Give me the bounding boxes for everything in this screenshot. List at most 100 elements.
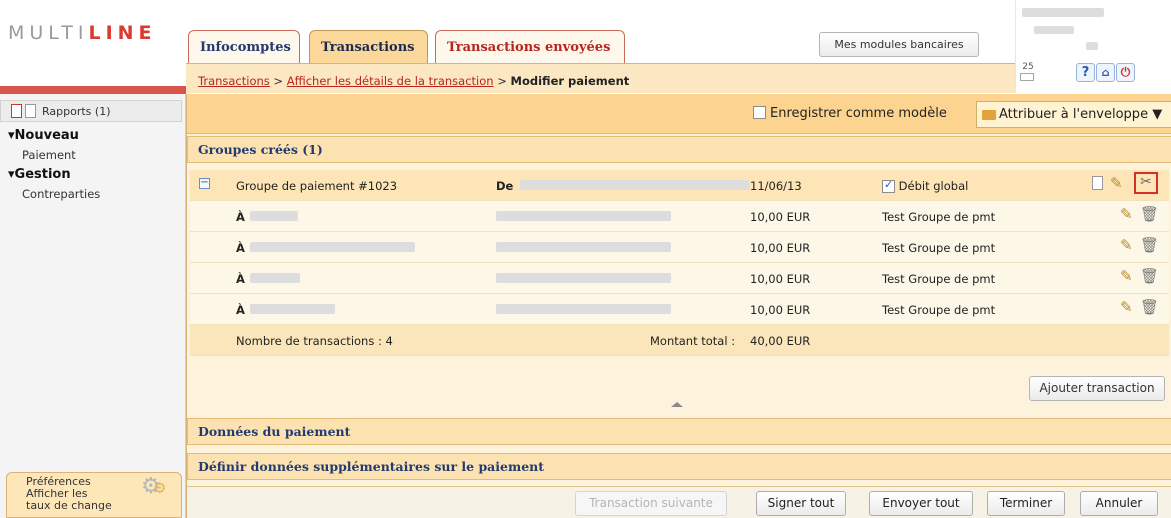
breadcrumb-link-transactions[interactable]: Transactions	[198, 74, 270, 88]
pdf-icon	[11, 104, 22, 118]
table-row: À 10,00 EUR Test Groupe de pmt ✎ 🗑	[190, 294, 1169, 325]
logo-underline	[0, 86, 186, 94]
global-debit-label: Débit global	[898, 179, 969, 193]
transaction-count: Nombre de transactions : 4	[236, 334, 393, 348]
created-groups-header[interactable]: Groupes créés (1)	[187, 136, 1171, 163]
group-name: Groupe de paiement #1023	[236, 179, 398, 193]
edit-icon[interactable]: ✎	[1120, 236, 1133, 254]
tab-transactions-envoyees[interactable]: Transactions envoyées	[435, 30, 625, 63]
global-debit-checkbox[interactable]	[882, 178, 895, 193]
sign-all-button[interactable]: Signer tout	[756, 491, 846, 516]
folder-icon	[982, 110, 996, 120]
messages-icon	[1020, 73, 1034, 81]
document-icon[interactable]	[1092, 176, 1103, 190]
exchange-rates-link-line2[interactable]: taux de change	[26, 500, 181, 512]
sidebar-section-title: Gestion	[14, 167, 71, 182]
table-row: À 10,00 EUR Test Groupe de pmt ✎ 🗑	[190, 201, 1169, 232]
gear-icon: ⚙	[153, 479, 167, 497]
add-transaction-button[interactable]: Ajouter transaction	[1029, 376, 1165, 401]
payment-data-section[interactable]: Données du paiement	[187, 418, 1171, 445]
amount: 10,00 EUR	[750, 210, 811, 224]
breadcrumb: Transactions > Afficher les détails de l…	[186, 63, 1015, 93]
to-label: À	[236, 272, 245, 286]
reference: Test Groupe de pmt	[882, 241, 996, 255]
amount: 10,00 EUR	[750, 303, 811, 317]
delete-icon[interactable]: 🗑	[1140, 298, 1159, 316]
delete-icon[interactable]: 🗑	[1140, 267, 1159, 285]
breadcrumb-link-details[interactable]: Afficher les détails de la transaction	[287, 74, 494, 88]
reference: Test Groupe de pmt	[882, 272, 996, 286]
group-header-row: − Groupe de paiement #1023 De 11/06/13 D…	[190, 170, 1169, 201]
redacted-user-extra	[1086, 42, 1098, 50]
tab-infocomptes[interactable]: Infocomptes	[188, 30, 300, 63]
cancel-button[interactable]: Annuler	[1080, 491, 1158, 516]
finish-button[interactable]: Terminer	[987, 491, 1065, 516]
edit-icon[interactable]: ✎	[1120, 267, 1133, 285]
collapse-icon[interactable]: −	[199, 178, 210, 189]
tab-transactions[interactable]: Transactions	[309, 30, 428, 66]
to-label: À	[236, 303, 245, 317]
to-label: À	[236, 241, 245, 255]
home-icon[interactable]: ⌂	[1096, 63, 1115, 82]
logout-icon[interactable]: ⏻	[1116, 63, 1135, 82]
main-content: Enregistrer comme modèle Attribuer à l'e…	[186, 94, 1171, 518]
total-label: Montant total :	[650, 334, 736, 348]
reports-label: Rapports (1)	[42, 105, 111, 118]
sidebar-section-gestion[interactable]: ▾Gestion	[8, 167, 71, 182]
bank-modules-button[interactable]: Mes modules bancaires	[819, 32, 979, 57]
assign-envelope-dropdown[interactable]: Attribuer à l'enveloppe ▼	[976, 101, 1171, 128]
save-as-template-label: Enregistrer comme modèle	[770, 106, 947, 121]
tools-icon[interactable]: ✂	[1134, 172, 1158, 194]
next-transaction-button[interactable]: Transaction suivante	[575, 491, 727, 516]
redacted-beneficiary	[250, 304, 335, 314]
table-row: À 10,00 EUR Test Groupe de pmt ✎ 🗑	[190, 232, 1169, 263]
table-row: À 10,00 EUR Test Groupe de pmt ✎ 🗑	[190, 263, 1169, 294]
redacted-beneficiary	[250, 211, 298, 221]
save-as-template-checkbox[interactable]	[753, 106, 766, 119]
sidebar-item-contreparties[interactable]: Contreparties	[22, 187, 100, 201]
from-label: De	[496, 179, 514, 193]
redacted-user-info	[1034, 26, 1074, 34]
footer-actions: Transaction suivante Signer tout Envoyer…	[187, 486, 1171, 518]
breadcrumb-separator: >	[493, 74, 511, 88]
global-debit[interactable]: Débit global	[882, 178, 969, 193]
redacted-account	[496, 242, 671, 252]
calendar-icon[interactable]: 25	[1020, 62, 1036, 81]
redacted-account	[496, 304, 671, 314]
resize-handle[interactable]	[662, 402, 692, 408]
total-amount: 40,00 EUR	[750, 334, 811, 348]
group-summary-row: Nombre de transactions : 4 Montant total…	[190, 325, 1169, 356]
edit-icon[interactable]: ✎	[1120, 298, 1133, 316]
sidebar-section-title: Nouveau	[14, 128, 79, 143]
redacted-user-name	[1022, 8, 1104, 17]
sidebar-section-nouveau[interactable]: ▾Nouveau	[8, 128, 79, 143]
reference: Test Groupe de pmt	[882, 303, 996, 317]
send-all-button[interactable]: Envoyer tout	[869, 491, 973, 516]
delete-icon[interactable]: 🗑	[1140, 205, 1159, 223]
help-icon[interactable]: ?	[1076, 63, 1095, 82]
delete-icon[interactable]: 🗑	[1140, 236, 1159, 254]
amount: 10,00 EUR	[750, 241, 811, 255]
redacted-beneficiary	[250, 273, 300, 283]
document-icon	[25, 104, 36, 118]
edit-icon[interactable]: ✎	[1110, 174, 1123, 192]
to-label: À	[236, 210, 245, 224]
reference: Test Groupe de pmt	[882, 210, 996, 224]
sidebar: Rapports (1) ▾Nouveau Paiement ▾Gestion …	[0, 94, 186, 518]
redacted-debit-account	[520, 180, 750, 190]
sidebar-item-paiement[interactable]: Paiement	[22, 148, 76, 162]
redacted-beneficiary	[250, 242, 415, 252]
reports-link[interactable]: Rapports (1)	[0, 100, 182, 122]
breadcrumb-separator: >	[269, 74, 287, 88]
breadcrumb-current: Modifier paiement	[510, 74, 630, 88]
edit-icon[interactable]: ✎	[1120, 205, 1133, 223]
execution-date: 11/06/13	[750, 179, 802, 193]
redacted-account	[496, 211, 671, 221]
logo-part1: MULTI	[8, 22, 89, 44]
redacted-account	[496, 273, 671, 283]
action-toolbar: Enregistrer comme modèle Attribuer à l'e…	[187, 94, 1171, 134]
calendar-day: 25	[1022, 62, 1034, 72]
save-as-template[interactable]: Enregistrer comme modèle	[753, 106, 947, 121]
assign-envelope-label: Attribuer à l'enveloppe ▼	[999, 107, 1163, 122]
extra-data-section[interactable]: Définir données supplémentaires sur le p…	[187, 453, 1171, 480]
